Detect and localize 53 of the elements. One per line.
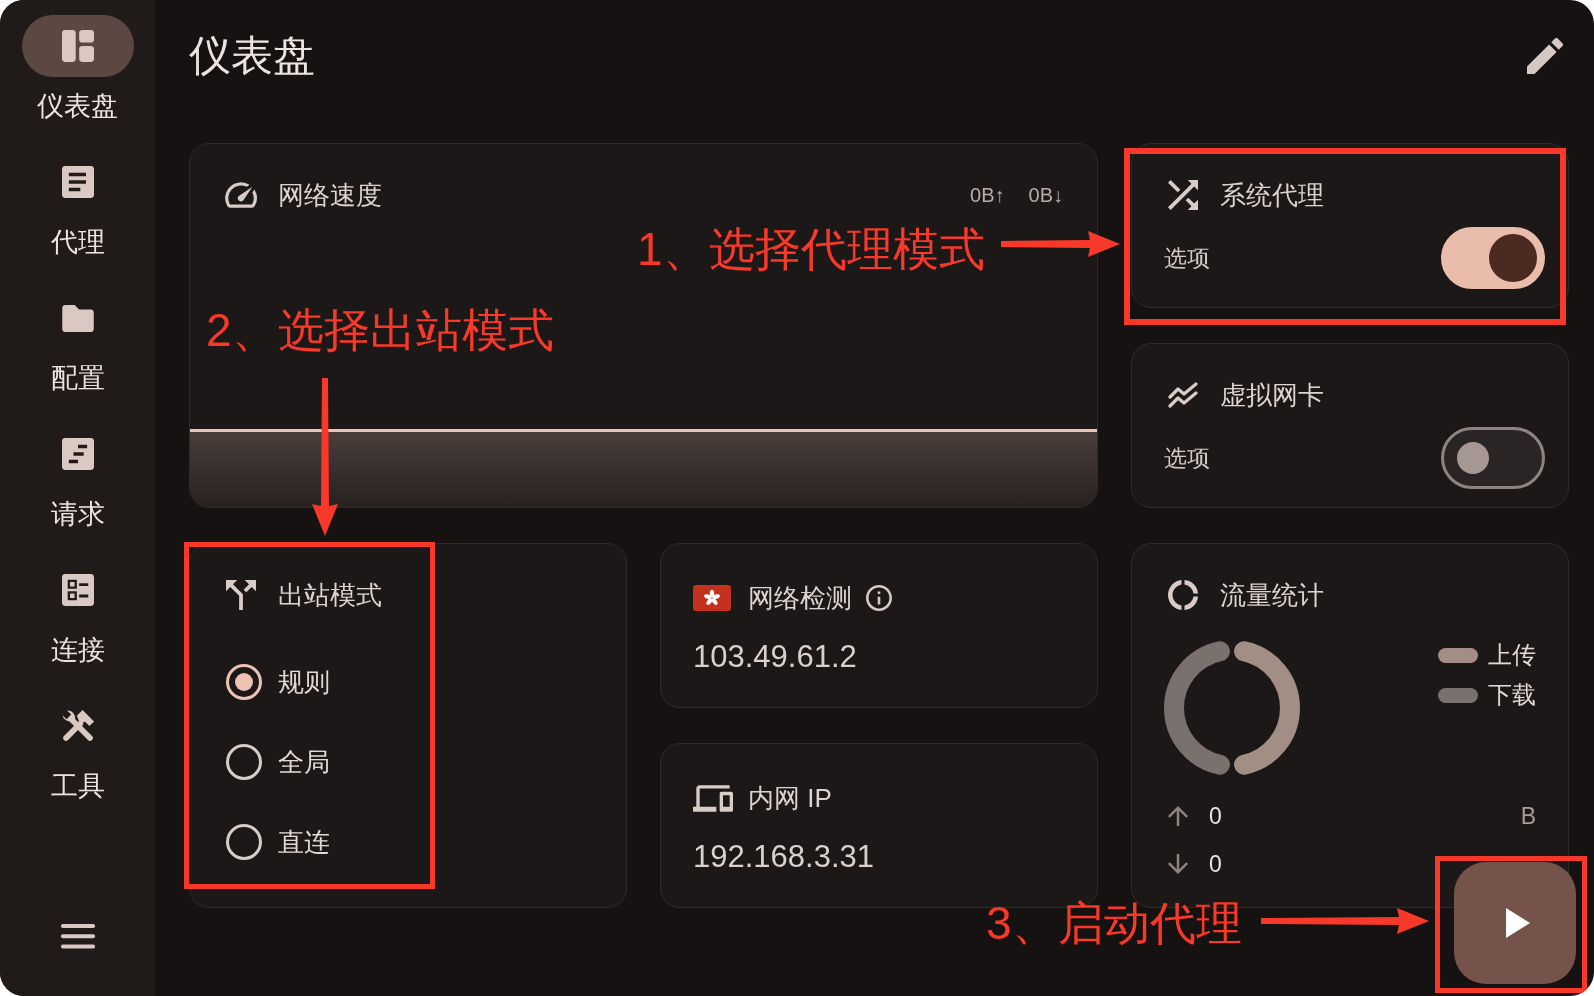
upload-rate: 0B↑ bbox=[970, 183, 1005, 207]
radio-button[interactable] bbox=[226, 744, 262, 780]
legend-label: 下载 bbox=[1488, 680, 1536, 710]
start-button[interactable] bbox=[1454, 862, 1576, 984]
list-icon bbox=[61, 574, 94, 606]
document-icon bbox=[61, 166, 94, 198]
nav-item[interactable]: 工具 bbox=[21, 695, 134, 801]
menu-icon[interactable] bbox=[60, 924, 95, 949]
nav-item[interactable]: 代理 bbox=[21, 151, 134, 257]
fork-arrows-icon bbox=[226, 580, 256, 610]
radio-button[interactable] bbox=[226, 824, 262, 860]
shuffle-icon bbox=[1168, 180, 1198, 210]
stat-unit: B bbox=[1520, 802, 1536, 830]
ip-address: 103.49.61.2 bbox=[693, 638, 858, 676]
arrow-up-icon bbox=[1168, 806, 1188, 826]
annotation-text: 3、启动代理 bbox=[986, 896, 1242, 951]
info-icon[interactable] bbox=[866, 585, 892, 611]
card-title: 系统代理 bbox=[1220, 179, 1324, 211]
arrow-down-icon bbox=[1168, 854, 1188, 874]
pencil-icon[interactable] bbox=[1527, 38, 1563, 74]
folder-icon bbox=[61, 304, 94, 332]
gauge-icon bbox=[224, 182, 258, 208]
card-title: 流量统计 bbox=[1220, 579, 1324, 611]
play-icon bbox=[1506, 908, 1530, 938]
nav-item[interactable]: 连接 bbox=[21, 559, 134, 665]
zigzag-icon bbox=[1168, 380, 1198, 410]
donut-icon bbox=[1168, 580, 1198, 610]
annotation-text: 2、选择出站模式 bbox=[206, 303, 554, 358]
page-title: 仪表盘 bbox=[189, 32, 315, 80]
legend-label: 上传 bbox=[1488, 640, 1536, 670]
option-label: 选项 bbox=[1164, 443, 1210, 473]
option-label: 选项 bbox=[1164, 243, 1210, 273]
radio-label[interactable]: 规则 bbox=[278, 664, 330, 700]
download-rate: 0B↓ bbox=[1028, 183, 1063, 207]
tools-icon bbox=[61, 710, 94, 742]
radio-label[interactable]: 直连 bbox=[278, 824, 330, 860]
radio-button[interactable] bbox=[226, 664, 262, 700]
card-title: 内网 IP bbox=[748, 782, 832, 814]
flag-icon bbox=[693, 585, 731, 611]
nav-item[interactable]: 请求 bbox=[21, 423, 134, 529]
ip-address: 192.168.3.31 bbox=[693, 838, 875, 876]
stat-value: 0 bbox=[1209, 850, 1222, 878]
notes-icon bbox=[61, 438, 94, 470]
card-title: 网络速度 bbox=[278, 179, 382, 211]
nav-item[interactable]: 配置 bbox=[21, 287, 134, 393]
devices-icon bbox=[693, 784, 733, 812]
dashboard-icon bbox=[61, 30, 94, 62]
stat-value: 0 bbox=[1209, 802, 1222, 830]
card-title: 虚拟网卡 bbox=[1220, 379, 1324, 411]
card-title: 网络检测 bbox=[748, 582, 852, 614]
radio-label[interactable]: 全局 bbox=[278, 744, 330, 780]
card-title: 出站模式 bbox=[278, 579, 382, 611]
annotation-text: 1、选择代理模式 bbox=[637, 222, 985, 277]
